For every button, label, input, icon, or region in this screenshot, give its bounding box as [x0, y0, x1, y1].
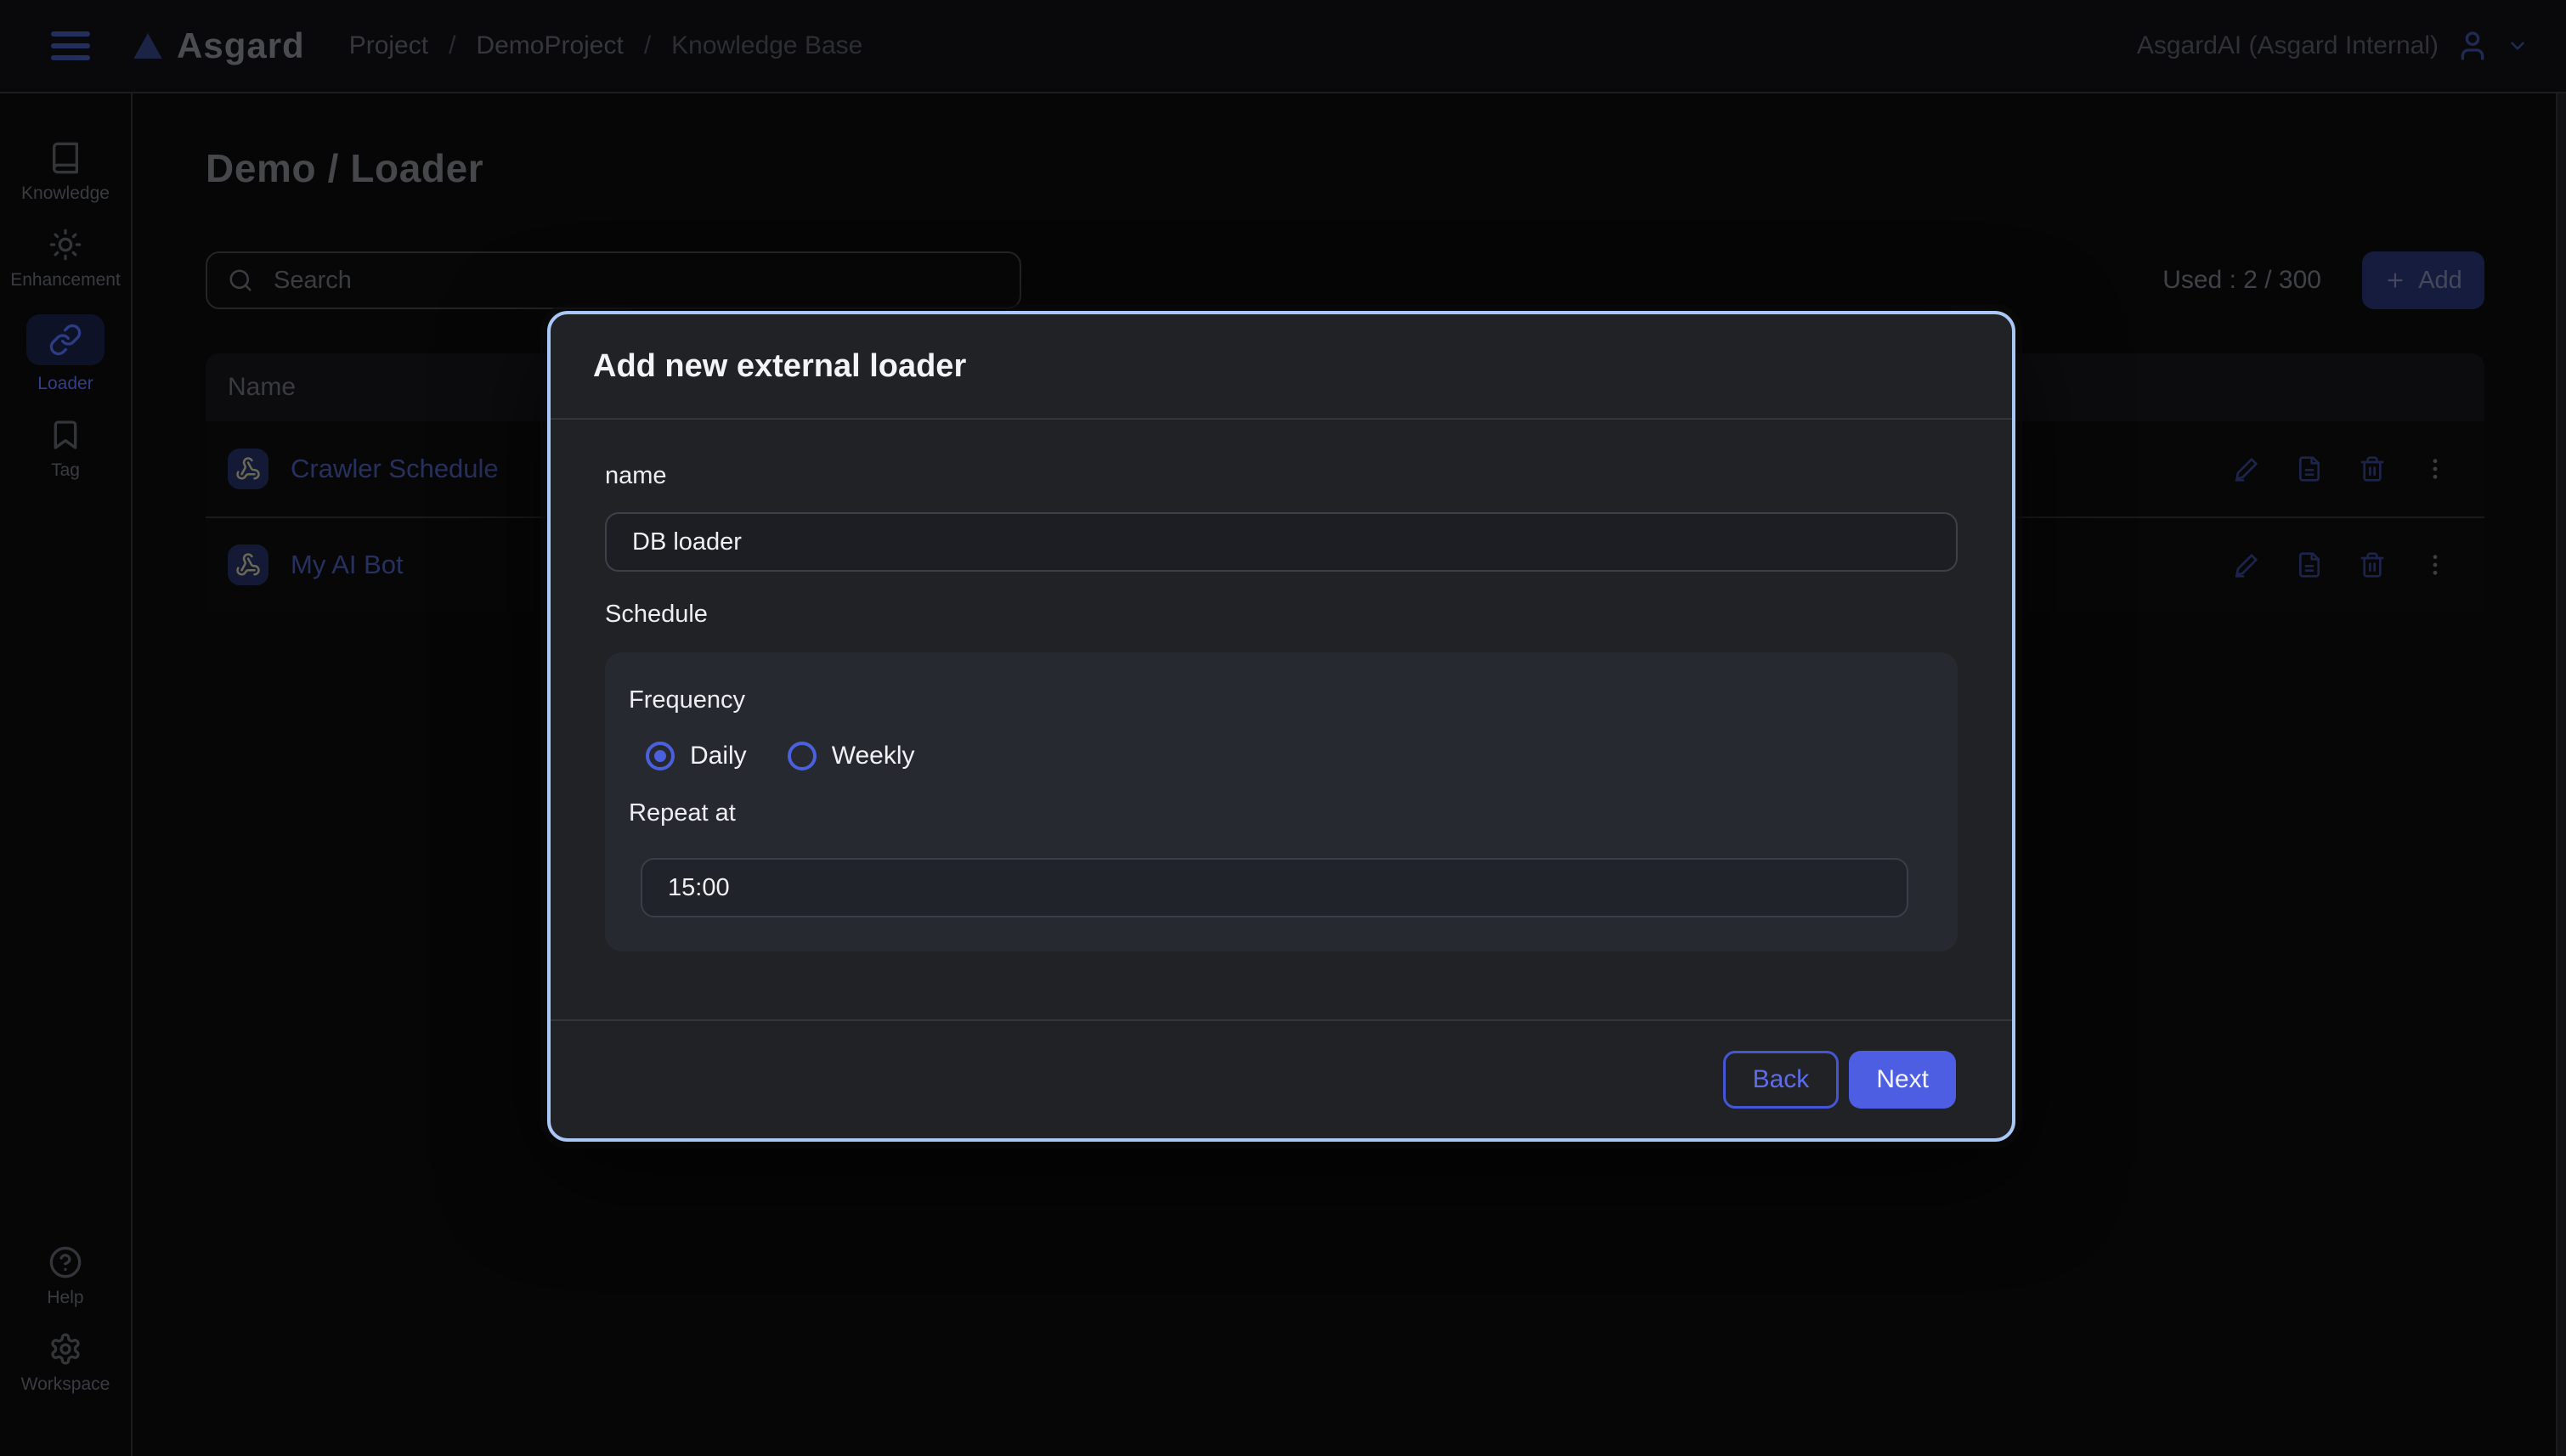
file-icon[interactable]: [2296, 551, 2323, 578]
file-icon[interactable]: [2296, 455, 2323, 483]
chevron-down-icon: [2507, 35, 2529, 57]
add-button[interactable]: Add: [2362, 251, 2484, 309]
modal-title: Add new external loader: [593, 348, 966, 385]
top-bar: Asgard Project / DemoProject / Knowledge…: [0, 0, 2566, 93]
more-icon[interactable]: [2422, 455, 2449, 483]
repeat-at-label: Repeat at: [629, 799, 1934, 827]
menu-icon[interactable]: [51, 31, 90, 60]
sidebar-item-label: Help: [47, 1288, 83, 1308]
breadcrumb-knowledge-base[interactable]: Knowledge Base: [671, 31, 862, 60]
modal-body: name Schedule Frequency Daily Weekly Rep…: [551, 420, 2012, 951]
gear-icon: [48, 1332, 82, 1366]
repeat-time-input[interactable]: [641, 858, 1908, 917]
sidebar: Knowledge Enhancement Loader Tag Help Wo…: [0, 93, 133, 1456]
sidebar-item-label: Loader: [37, 374, 93, 394]
sidebar-item-enhancement[interactable]: Enhancement: [0, 228, 131, 291]
modal-footer: Back Next: [551, 1019, 2012, 1138]
frequency-options: Daily Weekly: [629, 742, 1934, 770]
webhook-icon: [228, 545, 268, 585]
toolbar-right: Used : 2 / 300 Add: [2162, 251, 2484, 309]
search-input[interactable]: [270, 265, 999, 296]
breadcrumb-separator: /: [644, 31, 651, 60]
breadcrumb-demoproject[interactable]: DemoProject: [476, 31, 623, 60]
account-menu[interactable]: AsgardAI (Asgard Internal): [2137, 29, 2529, 63]
active-item-tile: [26, 314, 105, 365]
radio-weekly[interactable]: Weekly: [788, 742, 915, 770]
frequency-label: Frequency: [629, 686, 1934, 714]
logo[interactable]: Asgard: [131, 25, 305, 66]
radio-daily-label: Daily: [690, 742, 747, 770]
usage-counter: Used : 2 / 300: [2162, 266, 2321, 295]
loader-name-link[interactable]: My AI Bot: [291, 550, 404, 580]
app-root: Asgard Project / DemoProject / Knowledge…: [0, 0, 2566, 1456]
scrollbar-track[interactable]: [2556, 93, 2566, 1456]
next-button[interactable]: Next: [1849, 1051, 1956, 1109]
bookmark-icon: [48, 418, 82, 452]
sidebar-item-knowledge[interactable]: Knowledge: [0, 141, 131, 204]
logo-triangle-icon: [131, 29, 165, 63]
breadcrumb-separator: /: [449, 31, 455, 60]
search-icon: [228, 268, 253, 293]
column-header-name: Name: [228, 373, 296, 402]
back-button[interactable]: Back: [1723, 1051, 1840, 1109]
link-icon: [48, 323, 82, 357]
sidebar-item-tag[interactable]: Tag: [0, 418, 131, 481]
plus-icon: [2384, 269, 2406, 291]
sidebar-item-label: Knowledge: [21, 183, 110, 204]
trash-icon[interactable]: [2359, 455, 2386, 483]
sidebar-item-workspace[interactable]: Workspace: [0, 1332, 131, 1395]
more-icon[interactable]: [2422, 551, 2449, 578]
edit-icon[interactable]: [2233, 455, 2260, 483]
schedule-label: Schedule: [605, 601, 1958, 629]
help-circle-icon: [48, 1245, 82, 1279]
sidebar-item-label: Workspace: [21, 1374, 110, 1395]
logo-text: Asgard: [177, 25, 305, 66]
book-icon: [48, 141, 82, 175]
row-actions: [2233, 455, 2449, 483]
sun-icon: [48, 228, 82, 262]
toolbar: Used : 2 / 300 Add: [206, 251, 2484, 309]
sidebar-item-loader[interactable]: Loader: [0, 314, 131, 394]
radio-weekly-ring: [788, 742, 817, 770]
schedule-panel: Frequency Daily Weekly Repeat at: [605, 652, 1958, 951]
sidebar-item-label: Tag: [51, 460, 80, 481]
breadcrumb: Project / DemoProject / Knowledge Base: [349, 31, 863, 60]
account-label: AsgardAI (Asgard Internal): [2137, 31, 2439, 60]
breadcrumb-project[interactable]: Project: [349, 31, 428, 60]
loader-name-link[interactable]: Crawler Schedule: [291, 454, 499, 484]
radio-daily-ring: [646, 742, 675, 770]
radio-daily[interactable]: Daily: [646, 742, 747, 770]
webhook-icon: [228, 449, 268, 489]
sidebar-bottom: Help Workspace: [0, 1245, 131, 1419]
add-button-label: Add: [2418, 267, 2462, 295]
trash-icon[interactable]: [2359, 551, 2386, 578]
user-icon: [2456, 29, 2490, 63]
page-title: Demo / Loader: [206, 144, 2566, 192]
add-loader-modal: Add new external loader name Schedule Fr…: [547, 311, 2015, 1142]
row-actions: [2233, 551, 2449, 578]
name-label: name: [605, 462, 1958, 490]
sidebar-item-help[interactable]: Help: [0, 1245, 131, 1308]
modal-header: Add new external loader: [551, 314, 2012, 420]
sidebar-item-label: Enhancement: [10, 270, 121, 291]
radio-weekly-label: Weekly: [832, 742, 915, 770]
edit-icon[interactable]: [2233, 551, 2260, 578]
loader-name-input[interactable]: [605, 512, 1958, 572]
search-box: [206, 251, 1021, 309]
